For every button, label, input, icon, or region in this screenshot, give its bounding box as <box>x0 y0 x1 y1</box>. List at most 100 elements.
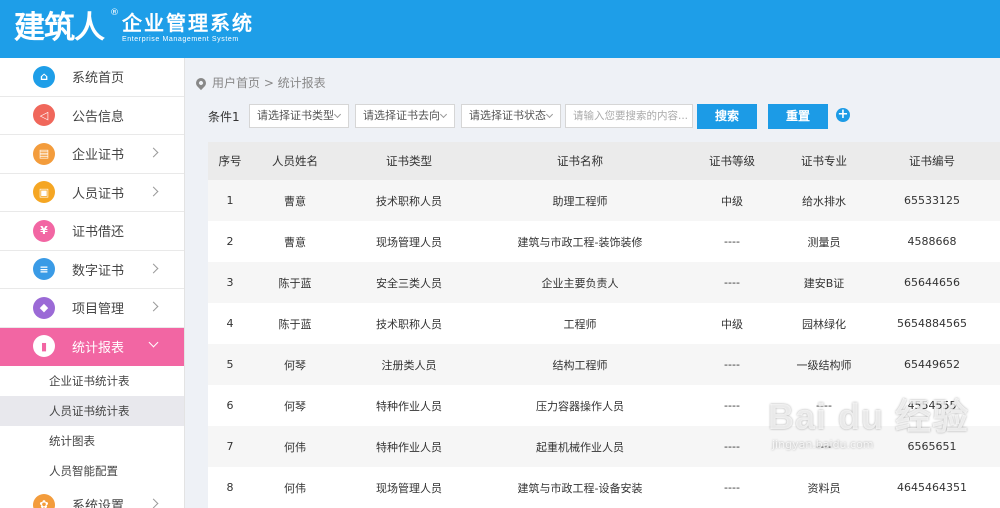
table-cell: 65533125 <box>864 180 1000 221</box>
table-cell: ---- <box>784 385 864 426</box>
table-cell: 建筑与市政工程-装饰装修 <box>480 221 680 262</box>
search-input[interactable] <box>565 104 693 128</box>
table-cell: 助理工程师 <box>480 180 680 221</box>
table-row[interactable]: 3 陈于蓝 安全三类人员 企业主要负责人 ---- 建安B证 65644656 <box>208 262 1000 303</box>
breadcrumb-text[interactable]: 用户首页 > 统计报表 <box>212 74 326 91</box>
sidebar-item-label: 系统设置 <box>72 499 125 508</box>
sidebar-item[interactable]: ¥ 证书借还 <box>0 212 184 251</box>
table-cell: 现场管理人员 <box>338 467 480 508</box>
table-cell: ---- <box>680 385 784 426</box>
table-cell: 曹意 <box>252 180 338 221</box>
registered-mark: ® <box>110 8 119 18</box>
add-condition-icon[interactable]: + <box>836 108 850 122</box>
sidebar-item[interactable]: ⌂ 系统首页 <box>0 58 184 97</box>
megaphone-icon: ◁ <box>33 104 55 127</box>
table-cell: 1 <box>208 180 252 221</box>
sidebar-subitem[interactable]: 企业证书统计表 <box>0 366 184 396</box>
logo-text: 企业管理系统 Enterprise Management System <box>122 11 254 45</box>
sidebar-item[interactable]: ≡ 数字证书 <box>0 251 184 289</box>
table-cell: 7 <box>208 426 252 467</box>
sidebar-item[interactable]: ▮ 统计报表 <box>0 327 184 366</box>
gear-icon: ✿ <box>33 493 55 508</box>
table-cell: ---- <box>680 221 784 262</box>
table-cell: 结构工程师 <box>480 344 680 385</box>
table-cell: 6 <box>208 385 252 426</box>
table-cell: 特种作业人员 <box>338 426 480 467</box>
column-header: 证书等级 <box>680 142 784 180</box>
table-body: 1 曹意 技术职称人员 助理工程师 中级 给水排水 65533125 2 曹意 现场管理人员 建筑与… <box>208 180 1000 508</box>
table-row[interactable]: 8 何伟 现场管理人员 建筑与市政工程-设备安装 ---- 资料员 4645464351 <box>208 467 1000 508</box>
sidebar-subitem[interactable]: 人员智能配置 <box>0 456 184 486</box>
app-header: 建筑人 ® 企业管理系统 Enterprise Management Syste… <box>0 0 1000 58</box>
column-header: 证书编号 <box>864 142 1000 180</box>
chevron-right-icon <box>148 186 159 196</box>
column-header: 证书类型 <box>338 142 480 180</box>
table-cell: 何伟 <box>252 467 338 508</box>
cert-direction-select-value: 请选择证书去向 <box>363 109 440 122</box>
chevron-down-icon <box>545 110 554 119</box>
table-cell: 资料员 <box>784 467 864 508</box>
sidebar: ⌂ 系统首页 ◁ 公告信息 ▤ 企业证书 ▣ 人员证书 ¥ 证书借还 ≡ 数字证书 ◆ 项目管理 ▮ 统计报表… <box>0 58 185 508</box>
sidebar-subitem[interactable]: 统计图表 <box>0 426 184 456</box>
location-pin-icon <box>193 75 209 90</box>
table-cell: 陈于蓝 <box>252 303 338 344</box>
table-cell: 给水排水 <box>784 180 864 221</box>
home-icon: ⌂ <box>33 65 55 88</box>
filter-condition-label: 条件1 <box>208 110 240 124</box>
app-subtitle: Enterprise Management System <box>122 36 239 43</box>
table-cell: 何伟 <box>252 426 338 467</box>
chevron-down-icon <box>439 110 448 119</box>
sidebar-item-label: 证书借还 <box>72 225 125 241</box>
sidebar-item-label: 统计报表 <box>72 340 125 356</box>
cert-direction-select[interactable]: 请选择证书去向 <box>355 104 455 128</box>
table-cell: ---- <box>680 426 784 467</box>
table-row[interactable]: 5 何琴 注册类人员 结构工程师 ---- 一级结构师 65449652 <box>208 344 1000 385</box>
table-row[interactable]: 2 曹意 现场管理人员 建筑与市政工程-装饰装修 ---- 测量员 4588668 <box>208 221 1000 262</box>
sidebar-item-label: 系统首页 <box>72 71 125 87</box>
table-row[interactable]: 7 何伟 特种作业人员 起重机械作业人员 ---- ---- 6565651 <box>208 426 1000 467</box>
sidebar-item[interactable]: ▣ 人员证书 <box>0 174 184 212</box>
cert-status-select[interactable]: 请选择证书状态 <box>461 104 561 128</box>
sidebar-item-label: 企业证书 <box>72 148 125 164</box>
table-cell: 建筑与市政工程-设备安装 <box>480 467 680 508</box>
table-cell: 4554555 <box>864 385 1000 426</box>
sidebar-item[interactable]: ▤ 企业证书 <box>0 135 184 174</box>
sidebar-item-label: 公告信息 <box>72 109 125 125</box>
sidebar-item[interactable]: ◁ 公告信息 <box>0 97 184 135</box>
table-cell: 园林绿化 <box>784 303 864 344</box>
table-row[interactable]: 4 陈于蓝 技术职称人员 工程师 中级 园林绿化 5654884565 <box>208 303 1000 344</box>
cert-status-select-value: 请选择证书状态 <box>469 109 546 122</box>
table-cell: 8 <box>208 467 252 508</box>
table-cell: 65449652 <box>864 344 1000 385</box>
brand-logo[interactable]: 建筑人 ® 企业管理系统 Enterprise Management Syste… <box>14 6 254 50</box>
table-cell: 技术职称人员 <box>338 303 480 344</box>
chevron-right-icon <box>148 301 159 312</box>
table-cell: 现场管理人员 <box>338 221 480 262</box>
table-row[interactable]: 1 曹意 技术职称人员 助理工程师 中级 给水排水 65533125 <box>208 180 1000 221</box>
sidebar-subitem[interactable]: 人员证书统计表 <box>0 396 184 426</box>
table-cell: 6565651 <box>864 426 1000 467</box>
document-icon: ≡ <box>33 258 55 281</box>
layers-icon: ◆ <box>33 296 55 319</box>
table-cell: 安全三类人员 <box>338 262 480 303</box>
id-card-icon: ▣ <box>33 181 55 204</box>
reset-button[interactable]: 重置 <box>768 104 828 129</box>
table-cell: 工程师 <box>480 303 680 344</box>
cert-stats-table: 序号 人员姓名 证书类型 证书名称 证书等级 证书专业 证书编号 1 曹意 技术职称人员 助理工程… <box>208 142 1000 508</box>
sidebar-item-settings[interactable]: ✿ 系统设置 <box>0 486 184 508</box>
table-cell: 曹意 <box>252 221 338 262</box>
table-cell: 注册类人员 <box>338 344 480 385</box>
table-cell: 陈于蓝 <box>252 262 338 303</box>
table-cell: 技术职称人员 <box>338 180 480 221</box>
table-row[interactable]: 6 何琴 特种作业人员 压力容器操作人员 ---- ---- 4554555 <box>208 385 1000 426</box>
table-cell: 中级 <box>680 303 784 344</box>
chevron-right-icon <box>148 147 159 158</box>
search-button[interactable]: 搜索 <box>697 104 757 129</box>
cert-type-select[interactable]: 请选择证书类型 <box>249 104 349 128</box>
sidebar-item[interactable]: ◆ 项目管理 <box>0 289 184 328</box>
table-cell: ---- <box>680 262 784 303</box>
table-cell: 何琴 <box>252 344 338 385</box>
yen-icon: ¥ <box>33 219 55 242</box>
chevron-right-icon <box>148 498 159 508</box>
sidebar-nav: ⌂ 系统首页 ◁ 公告信息 ▤ 企业证书 ▣ 人员证书 ¥ 证书借还 ≡ 数字证书 ◆ 项目管理 ▮ 统计报表… <box>0 58 184 508</box>
